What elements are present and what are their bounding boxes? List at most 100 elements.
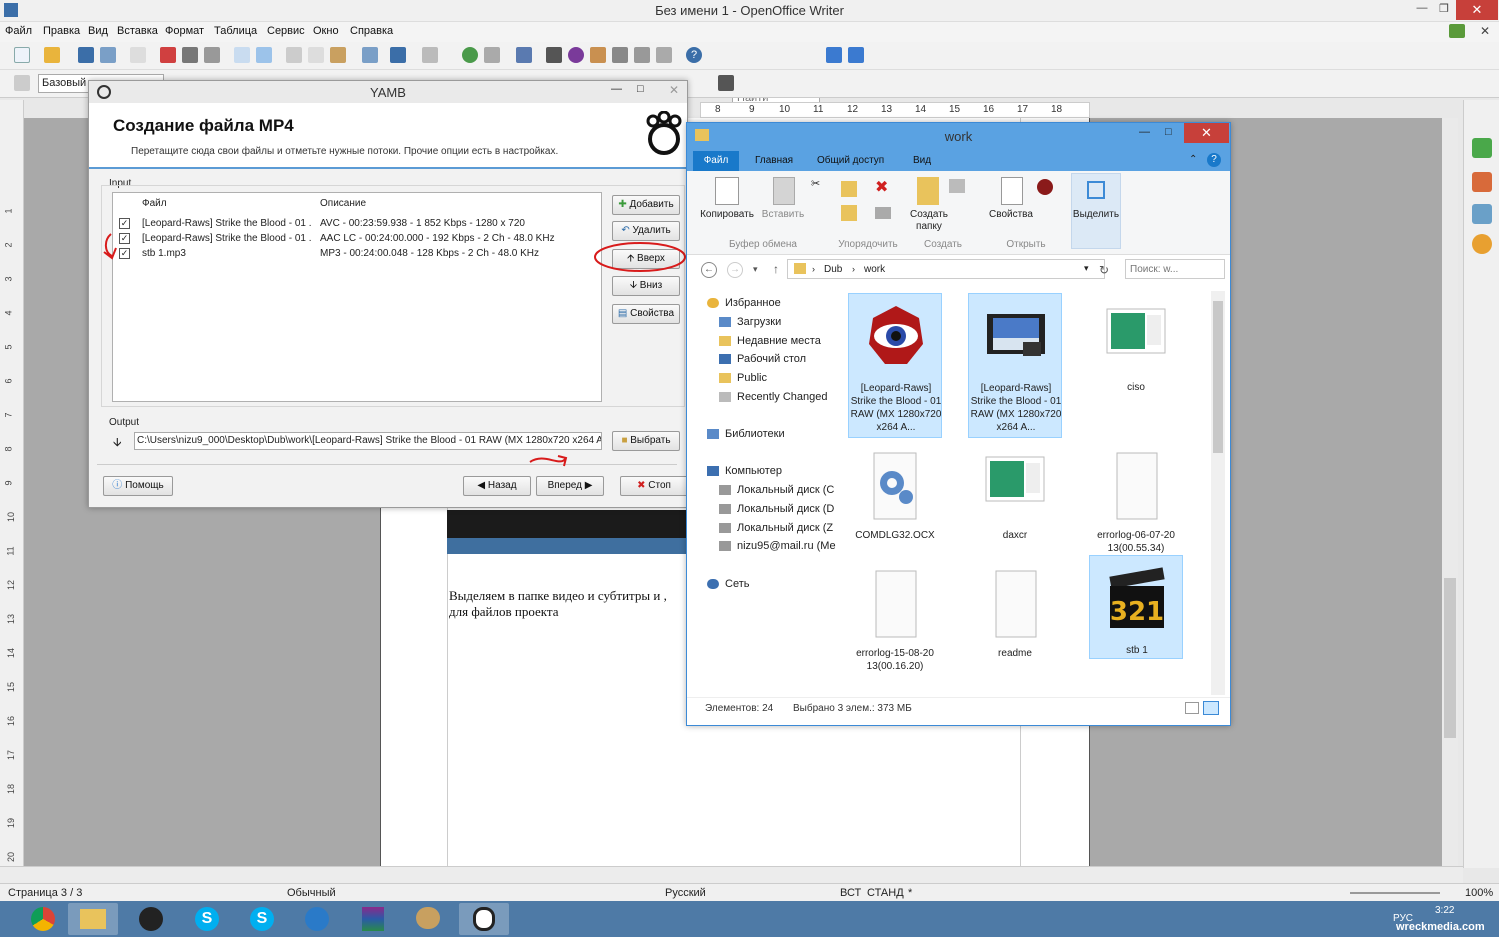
file-tile[interactable]: COMDLG32.OCX — [848, 441, 942, 551]
paste-label[interactable]: Вставить — [759, 209, 807, 220]
file-name: errorlog-15-08-20 13(00.16.20) — [856, 648, 934, 672]
explorer-window: work — □ ✕ Файл Главная Общий доступ Вид… — [686, 122, 1231, 726]
rename-icon[interactable] — [875, 207, 891, 219]
nav-drive-z[interactable]: Локальный диск (Z — [719, 522, 833, 534]
image-file-icon — [985, 456, 1045, 502]
help-icon[interactable]: ? — [1207, 153, 1221, 167]
nav-network[interactable]: Сеть — [707, 578, 749, 590]
nav-recently-changed[interactable]: Recently Changed — [719, 391, 828, 403]
file-name: [Leopard-Raws] Strike the Blood - 01 RAW… — [970, 383, 1062, 433]
new-folder-icon[interactable] — [917, 177, 939, 205]
nav-libraries[interactable]: Библиотеки — [707, 428, 785, 440]
file-tile[interactable]: ciso — [1089, 293, 1183, 438]
file-name: COMDLG32.OCX — [855, 530, 935, 541]
breadcrumb-item[interactable]: work — [864, 264, 885, 275]
details-view-icon[interactable] — [1185, 702, 1199, 714]
file-tile[interactable]: errorlog-15-08-20 13(00.16.20) — [848, 559, 942, 675]
nav-label: nizu95@mail.ru (Me — [737, 540, 836, 552]
maximize-icon[interactable]: □ — [1165, 126, 1172, 138]
nav-public[interactable]: Public — [719, 372, 767, 384]
chevron-down-icon[interactable]: ▾ — [1084, 263, 1089, 274]
file-tile[interactable]: [Leopard-Raws] Strike the Blood - 01 RAW… — [968, 293, 1062, 438]
scrollbar-thumb[interactable] — [1213, 301, 1223, 453]
copy-to-icon[interactable] — [841, 205, 857, 221]
large-icons-view-icon[interactable] — [1203, 701, 1219, 715]
media-321-icon: 321 — [1109, 567, 1165, 628]
delete-icon[interactable]: ✖ — [875, 177, 888, 197]
nav-favorites[interactable]: Избранное — [707, 297, 781, 309]
copy-icon[interactable] — [715, 177, 739, 205]
new-item-icon[interactable] — [949, 179, 965, 193]
address-bar[interactable]: › Dub › work ▾ — [787, 259, 1105, 279]
nav-drive-c[interactable]: Локальный диск (C — [719, 484, 834, 496]
nav-drive-d[interactable]: Локальный диск (D — [719, 503, 834, 515]
open-icon[interactable] — [1037, 179, 1053, 195]
properties-label[interactable]: Свойства — [985, 209, 1037, 220]
file-name: stb 1 — [1126, 645, 1148, 656]
back-icon[interactable]: ← — [701, 262, 717, 278]
up-icon[interactable]: ↑ — [773, 262, 779, 276]
navigation-pane: Избранное Загрузки Недавние места Рабочи… — [693, 291, 843, 691]
file-name: daxcr — [1002, 530, 1028, 541]
nav-cloud-drive[interactable]: nizu95@mail.ru (Me — [719, 540, 836, 552]
minimize-icon[interactable]: — — [1139, 126, 1150, 138]
nav-desktop[interactable]: Рабочий стол — [719, 353, 806, 365]
video-thumb-icon — [987, 314, 1045, 356]
file-name: ciso — [1127, 382, 1145, 393]
image-file-icon — [1106, 308, 1166, 354]
text-file-icon — [995, 570, 1037, 638]
move-to-icon[interactable] — [841, 181, 857, 197]
breadcrumb-item[interactable]: Dub — [824, 264, 842, 275]
tab-home[interactable]: Главная — [755, 155, 793, 166]
group-open: Открыть — [1006, 239, 1046, 250]
nav-label: Локальный диск (Z — [737, 522, 834, 534]
chevron-up-icon[interactable]: ⌃ — [1189, 154, 1197, 165]
nav-label: Компьютер — [725, 465, 782, 477]
ribbon-tabs: Файл Главная Общий доступ Вид ⌃ ? — [687, 149, 1230, 171]
text-file-icon — [875, 570, 917, 638]
file-tile[interactable]: [Leopard-Raws] Strike the Blood - 01 RAW… — [848, 293, 942, 438]
close-icon[interactable]: ✕ — [1184, 123, 1229, 143]
nav-label: Локальный диск (C — [737, 484, 835, 496]
nav-downloads[interactable]: Загрузки — [719, 316, 781, 328]
group-clipboard: Буфер обмена — [729, 239, 797, 250]
annotation-circle — [594, 242, 686, 272]
text-file-icon — [1116, 452, 1158, 520]
paste-icon[interactable] — [773, 177, 795, 205]
select-label[interactable]: Выделить — [1071, 209, 1121, 220]
gear-file-icon — [873, 452, 917, 520]
breadcrumb-separator-icon: › — [812, 264, 815, 274]
file-tile[interactable]: 321 stb 1 — [1089, 555, 1183, 659]
folder-icon — [794, 263, 806, 274]
tab-view[interactable]: Вид — [913, 155, 931, 166]
cut-icon[interactable]: ✂ — [811, 177, 820, 190]
annotation-arrow — [529, 455, 568, 467]
refresh-icon[interactable]: ↻ — [1099, 263, 1109, 277]
file-tile[interactable]: readme — [968, 559, 1062, 675]
aimp-icon — [869, 306, 923, 364]
nav-label: Библиотеки — [725, 428, 785, 440]
svg-text:321: 321 — [1110, 597, 1164, 627]
group-new: Создать — [923, 239, 962, 250]
nav-computer[interactable]: Компьютер — [707, 465, 782, 477]
file-name: [Leopard-Raws] Strike the Blood - 01 RAW… — [850, 383, 942, 433]
tab-share[interactable]: Общий доступ — [817, 155, 884, 166]
nav-label: Сеть — [725, 578, 750, 590]
chevron-down-icon[interactable]: ▾ — [753, 264, 758, 275]
nav-label: Локальный диск (D — [737, 503, 835, 515]
select-icon[interactable] — [1087, 181, 1105, 199]
tab-file[interactable]: Файл — [693, 151, 739, 171]
nav-recent[interactable]: Недавние места — [719, 335, 821, 347]
file-tile[interactable]: errorlog-06-07-20 13(00.55.34) — [1089, 441, 1183, 557]
group-organize: Упорядочить — [838, 239, 898, 250]
forward-icon[interactable]: → — [727, 262, 743, 278]
nav-label: Public — [737, 372, 767, 384]
new-folder-label[interactable]: Создать папку — [903, 209, 955, 233]
file-tile[interactable]: daxcr — [968, 441, 1062, 551]
nav-label: Recently Changed — [737, 391, 828, 403]
properties-icon[interactable] — [1001, 177, 1023, 205]
nav-label: Загрузки — [737, 316, 782, 328]
copy-label[interactable]: Копировать — [697, 209, 757, 220]
search-input[interactable] — [1125, 259, 1225, 279]
selection-info: Выбрано 3 элем.: 373 МБ — [793, 703, 912, 714]
